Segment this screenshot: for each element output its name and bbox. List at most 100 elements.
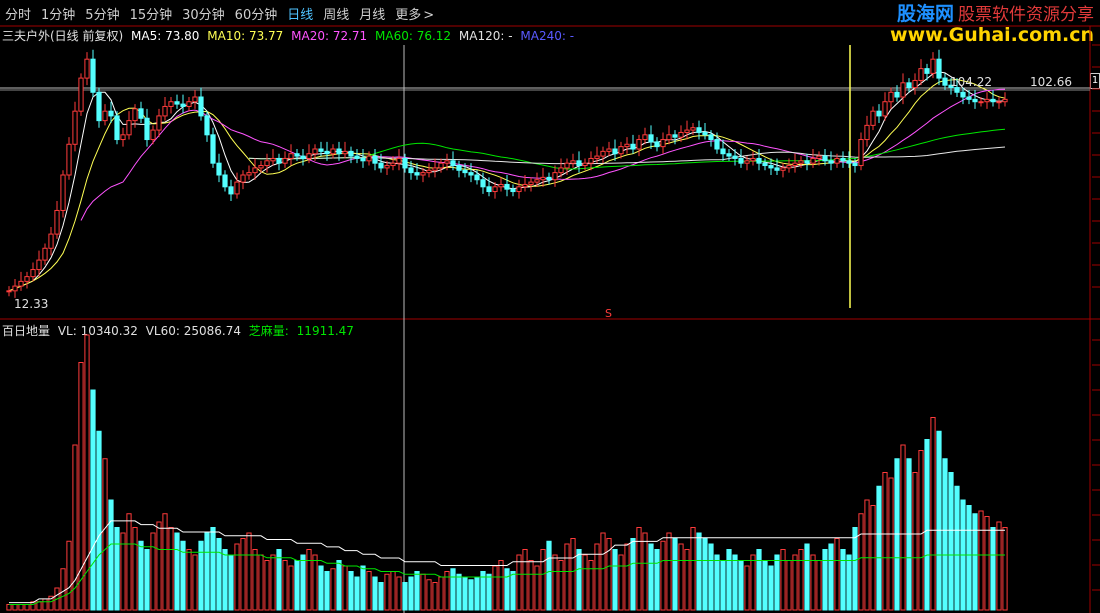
volume-bar [912,472,918,611]
candle-body [360,157,366,162]
volume-bar [96,430,102,611]
candle-body [12,285,18,292]
candle-body [414,172,420,176]
volume-bar [60,568,66,611]
candle-body [600,150,606,157]
volume-bar [864,499,870,611]
candle-body [576,160,582,167]
candle-body [324,150,330,155]
candle-body [300,155,306,159]
candle-body [570,160,576,164]
candle-body [648,134,654,143]
volume-bar [24,604,30,611]
volume-bar [270,554,276,611]
volume-bar [402,582,408,611]
candle-body [54,209,60,235]
volume-bar [198,540,204,611]
candle-body [462,169,468,174]
candle-body [978,101,984,104]
candle-body [366,155,372,162]
volume-bar [948,472,954,611]
volume-bar [222,549,228,611]
candle-body [720,148,726,155]
candle-body [486,186,492,193]
candle-body [246,172,252,176]
candle-body [456,165,462,171]
candle-body [168,101,174,107]
candle-body [144,117,150,141]
volume-bar [432,582,438,611]
volume-bar [726,549,732,611]
candle-body [918,68,924,81]
volume-bar [930,417,936,611]
stock-chart[interactable]: 12.33 104.22 102.66 S [0,0,1100,613]
candle-body [498,183,504,188]
volume-bar [420,573,426,611]
candle-body [384,165,390,169]
volume-bar [6,604,12,611]
candle-body [198,96,204,117]
candle-body [828,160,834,164]
candle-body [120,134,126,141]
volume-bar [618,554,624,611]
volume-bar [822,549,828,611]
candle-body [6,290,12,293]
volume-bar [282,560,288,611]
candle-body [870,110,876,126]
candle-body [78,77,84,112]
candle-body [588,157,594,164]
volume-bar [504,568,510,611]
volume-bar [294,560,300,611]
candle-body [378,162,384,169]
signal-marker: S [605,307,612,320]
candle-body [738,157,744,164]
volume-bar [690,527,696,611]
volume-bar [150,532,156,611]
candle-body [18,280,24,287]
candle-body [48,233,54,249]
volume-bar [666,532,672,611]
volume-bar [750,554,756,611]
volume-bar [174,532,180,611]
volume-bar [168,527,174,611]
volume-bar [396,576,402,611]
volume-bar [498,560,504,611]
candle-body [30,269,36,278]
candle-body [468,172,474,176]
candle-body [450,160,456,167]
volume-bar [114,527,120,611]
volume-bar [636,527,642,611]
candle-body [606,148,612,152]
volume-bar [834,538,840,611]
volume-bar [210,527,216,611]
candle-body [786,165,792,169]
candle-body [930,58,936,74]
candle-body [420,172,426,176]
volume-bar [468,579,474,611]
candle-body [294,153,300,157]
candle-body [960,91,966,98]
candle-body [138,108,144,119]
candle-body [792,162,798,167]
candle-body [528,181,534,185]
volume-bar [996,521,1002,611]
volume-bar [426,579,432,611]
candle-body [774,167,780,171]
volume-bar [474,576,480,611]
candle-body [318,148,324,152]
volume-bar [390,571,396,611]
last-price-label: 102.66 [1030,75,1072,89]
candle-body [822,155,828,162]
candle-body [558,167,564,174]
volume-bar [192,554,198,611]
volume-bar [156,521,162,611]
candle-body [834,157,840,164]
volume-bar [828,543,834,611]
candle-body [306,153,312,159]
candle-body [282,157,288,164]
candle-body [516,186,522,193]
candle-body [330,148,336,155]
volume-bar [330,568,336,611]
candle-body [618,146,624,155]
volume-bar [582,554,588,611]
